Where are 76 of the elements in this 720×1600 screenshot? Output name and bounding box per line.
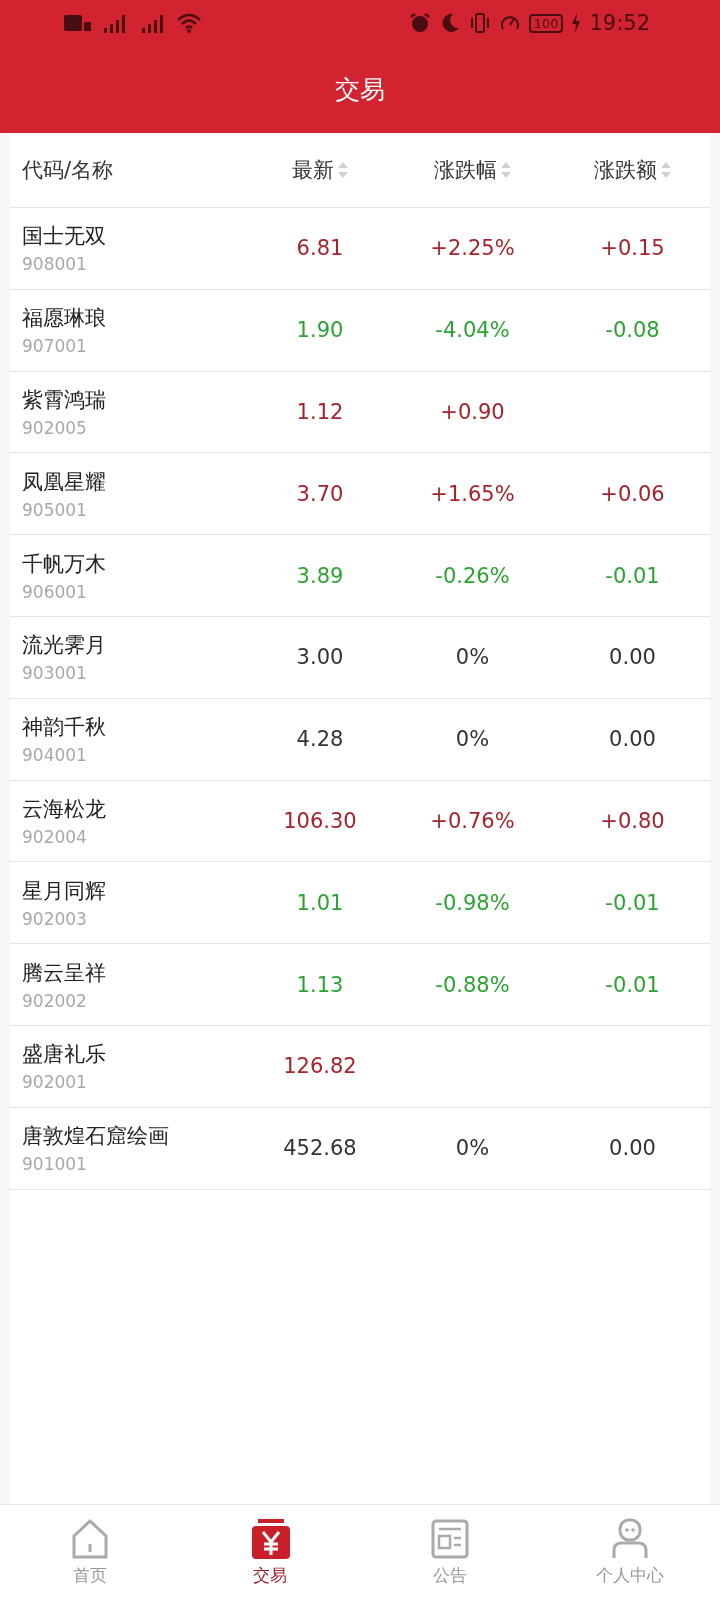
change-amount: -0.01 — [605, 890, 660, 915]
item-name: 盛唐礼乐 — [22, 1041, 107, 1069]
item-name: 国士无双 — [22, 223, 107, 251]
change-percent: -0.98% — [435, 890, 510, 915]
sort-icon[interactable] — [499, 160, 512, 180]
item-code: 904001 — [22, 745, 88, 766]
newspaper-icon — [430, 1518, 470, 1560]
item-code: 907001 — [22, 336, 88, 357]
price-value: 4.28 — [296, 727, 344, 752]
price-value: 452.68 — [283, 1136, 357, 1161]
change-percent: 0% — [455, 1136, 490, 1161]
change-amount: 0.00 — [609, 1136, 656, 1161]
sort-icon[interactable] — [659, 160, 672, 180]
change-amount: -0.08 — [605, 318, 660, 343]
item-name: 神韵千秋 — [22, 714, 107, 742]
item-name: 千帆万木 — [22, 550, 107, 578]
item-code: 902004 — [22, 826, 88, 847]
yen-icon — [250, 1518, 290, 1560]
change-percent: -0.26% — [435, 563, 510, 588]
item-name: 星月同辉 — [22, 877, 107, 905]
change-percent: +0.76% — [430, 808, 515, 833]
item-name: 福愿琳琅 — [22, 305, 107, 333]
price-value: 106.30 — [283, 808, 357, 833]
price-value: 1.12 — [296, 400, 344, 424]
item-code: 902005 — [22, 418, 88, 438]
column-header[interactable]: 最新 — [291, 156, 334, 184]
price-value: 6.81 — [296, 236, 344, 261]
change-amount: +0.15 — [600, 236, 665, 261]
price-value: 1.13 — [296, 972, 344, 997]
item-code: 906001 — [22, 581, 88, 602]
item-name: 腾云呈祥 — [22, 959, 107, 987]
item-code: 903001 — [22, 663, 88, 684]
item-code: 908001 — [22, 254, 88, 275]
price-value: 3.89 — [296, 563, 344, 588]
item-name: 紫霄鸿瑞 — [22, 387, 107, 414]
column-header[interactable]: 涨跌额 — [593, 156, 657, 184]
battery-level: 100 — [528, 13, 564, 33]
change-amount: 0.00 — [609, 727, 656, 752]
clock-time: 19:52 — [589, 11, 650, 35]
price-value: 3.70 — [296, 481, 344, 506]
page-title: 交易 — [335, 74, 385, 106]
item-code: 902002 — [22, 990, 88, 1011]
change-amount: -0.01 — [605, 972, 660, 997]
item-code: 901001 — [22, 1154, 88, 1175]
change-percent: +0.90 — [440, 400, 505, 424]
item-code: 902003 — [22, 908, 88, 929]
change-percent: +2.25% — [430, 236, 515, 261]
change-percent: -0.88% — [435, 972, 510, 997]
column-header[interactable]: 涨跌幅 — [433, 156, 497, 184]
change-amount: +0.80 — [600, 808, 665, 833]
change-percent: +1.65% — [430, 481, 515, 506]
change-percent: 0% — [455, 645, 490, 670]
change-percent: -4.04% — [435, 318, 510, 343]
change-percent: 0% — [455, 727, 490, 752]
change-amount: 0.00 — [609, 645, 656, 670]
alarm-icon — [408, 12, 431, 34]
sort-icon[interactable] — [336, 160, 349, 180]
price-value: 126.82 — [283, 1054, 357, 1079]
column-header: 代码/名称 — [22, 157, 114, 184]
price-value: 3.00 — [296, 645, 344, 670]
item-code: 902001 — [22, 1072, 88, 1093]
change-amount: -0.01 — [605, 563, 660, 588]
nav-tab[interactable]: 交易 — [180, 1505, 360, 1600]
item-name: 唐敦煌石窟绘画 — [22, 1123, 170, 1151]
user-icon — [610, 1518, 650, 1560]
charging-icon — [571, 13, 582, 33]
vibrate-icon — [468, 12, 491, 34]
wifi-icon — [176, 12, 202, 34]
item-name: 凤凰星耀 — [22, 468, 107, 496]
item-name: 流光霁月 — [22, 632, 107, 660]
item-name: 云海松龙 — [22, 795, 107, 823]
home-icon — [70, 1518, 110, 1560]
change-amount: +0.06 — [600, 481, 665, 506]
price-value: 1.01 — [296, 890, 344, 915]
price-value: 1.90 — [296, 318, 344, 343]
item-code: 905001 — [22, 499, 88, 520]
